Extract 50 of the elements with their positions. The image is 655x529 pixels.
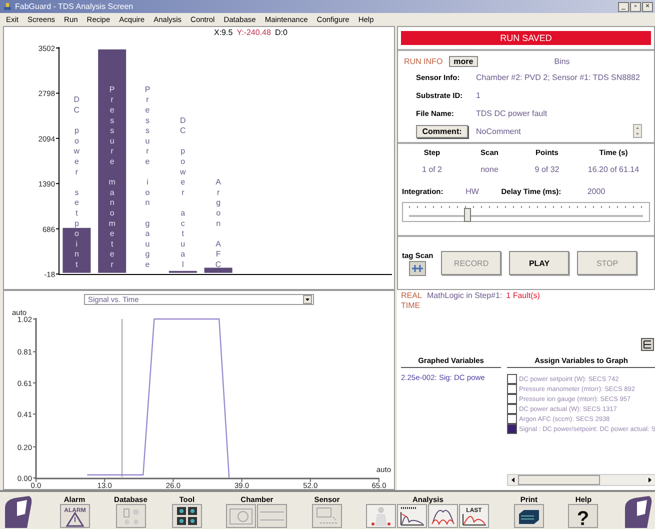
variable-checkbox[interactable]: [507, 424, 517, 434]
table-cell-text: 1 of 2: [420, 165, 443, 174]
table-cell-text: 16.20 of 61.14: [586, 165, 640, 174]
bar-label: Argon AFC: [215, 178, 222, 269]
scroll-right-icon[interactable]: [646, 476, 654, 484]
variable-checkbox[interactable]: [507, 404, 517, 414]
x-readout: X:9.5: [214, 28, 233, 37]
mode-label: REAL TIME: [401, 291, 423, 312]
bar-label: Pressure ion gauge: [144, 84, 150, 269]
run-status-banner: RUN SAVED: [401, 31, 651, 45]
bar: [168, 270, 197, 273]
bins-label: Bins: [554, 57, 570, 66]
field-value: TDS DC power fault: [476, 108, 548, 118]
fault-count: 1 Fault(s): [506, 291, 540, 302]
field-value: NoComment: [476, 126, 522, 136]
variable-checkbox[interactable]: [507, 374, 517, 384]
table-cell-text: none: [480, 165, 500, 174]
printer-icon[interactable]: [514, 504, 544, 528]
app-icon: [3, 2, 12, 11]
control-button[interactable]: PLAY: [509, 251, 570, 275]
variable-checkbox[interactable]: [507, 384, 517, 394]
list-icon[interactable]: [640, 338, 654, 351]
slider-thumb[interactable]: [464, 208, 471, 222]
peaks-icon[interactable]: [428, 504, 458, 528]
table-cell-text: 9 of 32: [534, 165, 560, 174]
spin-arrows-icon[interactable]: [633, 124, 642, 138]
variable-checkbox[interactable]: [507, 414, 517, 424]
bar: [62, 228, 91, 273]
scroll-left-icon[interactable]: [509, 476, 517, 484]
field-value: Chamber #2: PVD 2; Sensor #1: TDS SN8882: [476, 72, 641, 82]
field-value: 1: [476, 90, 482, 100]
horizontal-scrollbar[interactable]: [507, 474, 655, 486]
window-title: FabGuard - TDS Analysis Screen: [15, 2, 134, 11]
run-info-label: RUN INFO: [404, 57, 443, 66]
comment-button[interactable]: Comment:: [416, 124, 468, 138]
tool-grid-icon[interactable]: [172, 504, 202, 528]
d-readout: D:0: [274, 28, 288, 37]
delay-value: 2000: [586, 187, 606, 196]
bar-label: DC power actual: [180, 116, 186, 269]
bar-label: Pressure manometer: [108, 84, 116, 269]
status-message: MathLogic in Step#1:: [427, 291, 502, 302]
tag-scan-button[interactable]: [409, 260, 426, 276]
spectrum-icon[interactable]: [397, 504, 428, 528]
bar-label: DC power setpoint: [74, 95, 80, 269]
y-readout: Y:-240.48: [236, 28, 271, 37]
more-button[interactable]: more: [448, 56, 478, 67]
help-icon[interactable]: ?: [568, 504, 598, 528]
variable-checkbox[interactable]: [507, 394, 517, 404]
integration-value: HW: [464, 187, 480, 196]
bar: [204, 268, 232, 273]
